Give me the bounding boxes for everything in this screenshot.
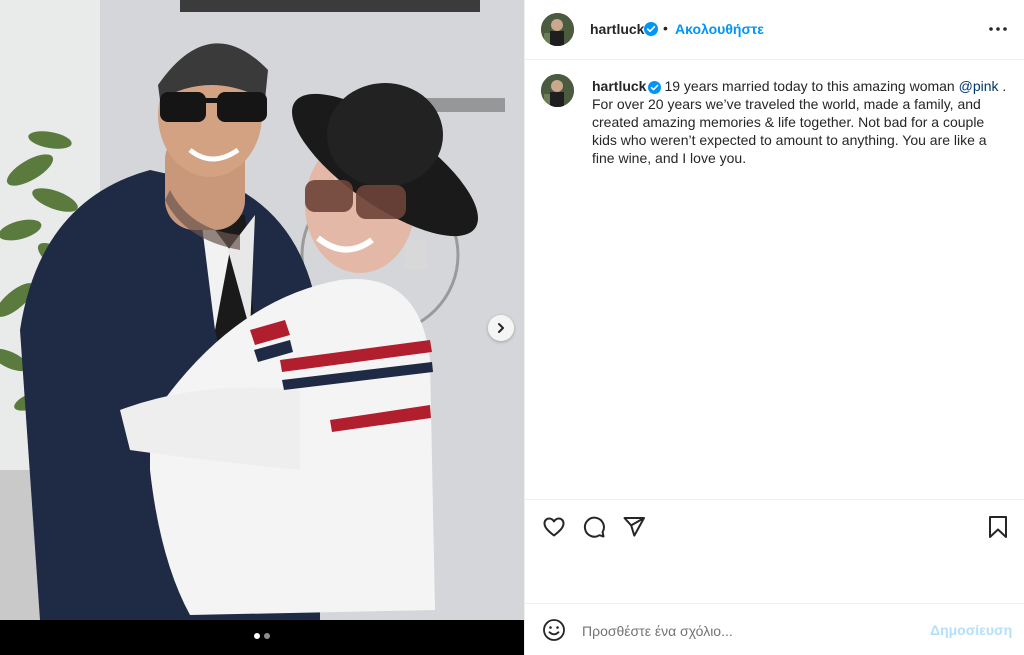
comment-bar: Δημοσίευση bbox=[525, 603, 1024, 655]
verified-badge-icon bbox=[644, 22, 658, 36]
like-button[interactable] bbox=[541, 514, 567, 540]
heart-icon bbox=[543, 517, 565, 537]
more-horizontal-icon bbox=[989, 27, 1007, 31]
caption-mention-link[interactable]: @pink bbox=[959, 78, 999, 94]
caption-author-avatar[interactable] bbox=[541, 74, 574, 107]
post-photo bbox=[0, 0, 524, 620]
post-comment-button[interactable]: Δημοσίευση bbox=[930, 622, 1012, 638]
author-avatar[interactable] bbox=[541, 13, 574, 46]
caption-text-part1: 19 years married today to this amazing w… bbox=[664, 78, 955, 94]
header-separator: • bbox=[663, 20, 668, 36]
save-button[interactable] bbox=[985, 514, 1011, 540]
emoji-icon bbox=[543, 619, 565, 641]
comment-icon bbox=[583, 516, 605, 538]
post-media[interactable] bbox=[0, 0, 524, 655]
share-button[interactable] bbox=[621, 514, 647, 540]
caption-area: hartluck 19 years married today to this a… bbox=[525, 60, 1024, 500]
action-bar bbox=[525, 499, 1024, 603]
caption-username[interactable]: hartluck bbox=[592, 78, 646, 94]
post-caption: hartluck 19 years married today to this a… bbox=[592, 77, 1007, 167]
author-username[interactable]: hartluck bbox=[590, 21, 644, 37]
post-details-panel: hartluck • Ακολουθήστε hartluck 19 years… bbox=[524, 0, 1024, 655]
carousel-dot-active bbox=[254, 633, 260, 639]
chevron-right-icon bbox=[498, 323, 504, 333]
carousel-dot bbox=[264, 633, 270, 639]
comment-input[interactable] bbox=[580, 618, 914, 644]
comment-button[interactable] bbox=[581, 514, 607, 540]
bookmark-icon bbox=[989, 516, 1007, 538]
verified-badge-icon bbox=[648, 80, 662, 94]
more-options-button[interactable] bbox=[987, 18, 1009, 40]
send-icon bbox=[623, 517, 645, 537]
emoji-button[interactable] bbox=[541, 617, 567, 643]
post-header: hartluck • Ακολουθήστε bbox=[525, 0, 1024, 60]
follow-button[interactable]: Ακολουθήστε bbox=[675, 21, 764, 37]
carousel-indicator bbox=[0, 633, 524, 639]
next-photo-button[interactable] bbox=[488, 315, 514, 341]
